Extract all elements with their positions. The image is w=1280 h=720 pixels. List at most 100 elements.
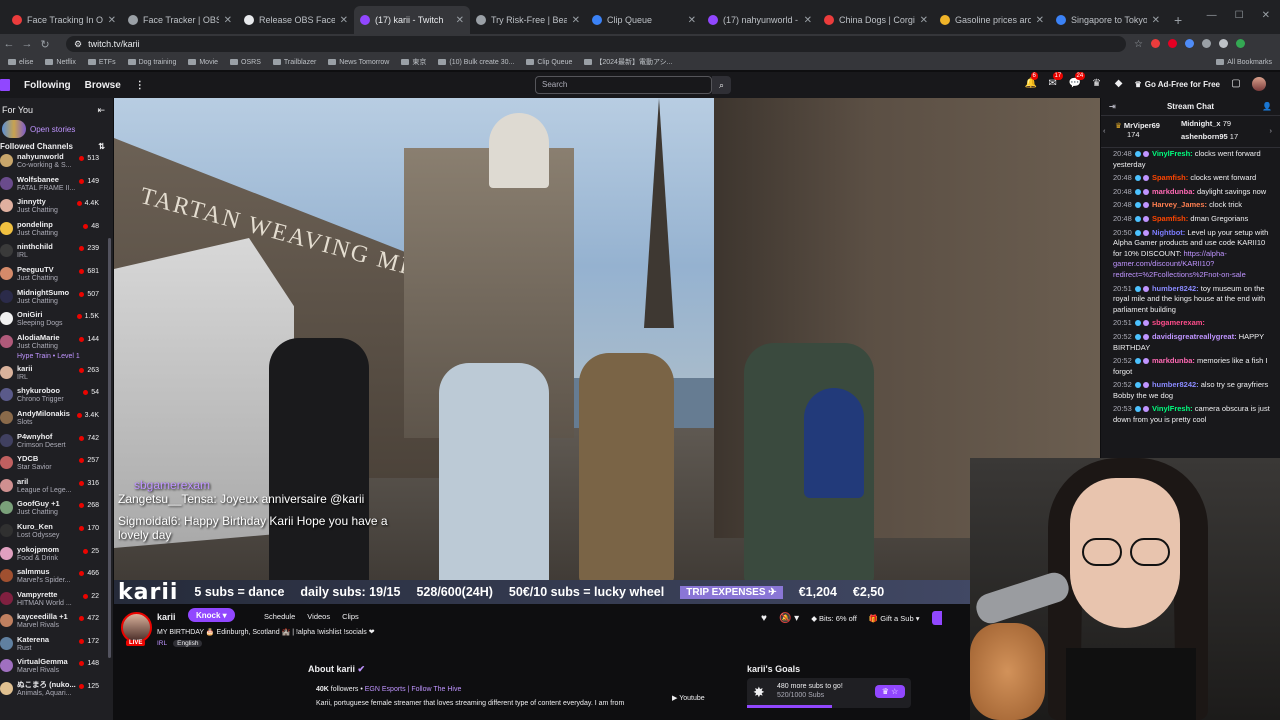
sidebar-scrollbar[interactable] — [108, 238, 111, 658]
tab-close-icon[interactable]: ✕ — [108, 15, 116, 26]
sidebar-channel[interactable]: VirtualGemma Marvel Rivals 148 — [0, 656, 113, 679]
tab-videos[interactable]: Videos — [307, 612, 330, 621]
whispers-icon[interactable]: 💬 24 — [1069, 72, 1086, 90]
leaderboard-next-icon[interactable]: › — [1270, 126, 1273, 135]
sidebar-channel[interactable]: Kuro_Ken Lost Odyssey 170 — [0, 521, 113, 544]
sidebar-channel[interactable]: Jinnytty Just Chatting 4.4K — [0, 196, 113, 219]
browser-tab[interactable]: Face Tracker | OBS Forums ✕ — [122, 6, 238, 34]
url-field[interactable]: ⚙ twitch.tv/karii — [66, 36, 1126, 52]
search-icon[interactable]: ⌕ — [712, 76, 731, 94]
sidebar-channel[interactable]: Vampyrette HITMAN World ... 22 — [0, 589, 113, 612]
stream-category[interactable]: IRL — [157, 640, 167, 647]
chat-users-icon[interactable]: 👤 — [1262, 98, 1272, 116]
sidebar-channel[interactable]: Wolfsbanee FATAL FRAME II... 149 — [0, 174, 113, 197]
sort-icon[interactable]: ⇅ — [98, 142, 105, 151]
notification-bell-icon[interactable]: 🔕 ▾ — [779, 613, 799, 624]
bookmark-star-icon[interactable]: ☆ — [1134, 39, 1143, 50]
back-icon[interactable]: ← — [0, 38, 18, 50]
browser-tab[interactable]: Gasoline prices around the w ✕ — [934, 6, 1050, 34]
tab-close-icon[interactable]: ✕ — [920, 15, 928, 26]
close-window-icon[interactable]: ✕ — [1262, 10, 1270, 21]
chat-username[interactable]: Spamfish: — [1152, 214, 1188, 223]
browser-tab[interactable]: Clip Queue ✕ — [586, 6, 702, 34]
goal-subscribe-button[interactable]: ♛ ☆ — [875, 685, 905, 698]
sidebar-channel[interactable]: shykuroboo Chrono Trigger 54 — [0, 385, 113, 408]
chat-username[interactable]: VinylFresh: — [1152, 404, 1193, 413]
user-avatar[interactable] — [1252, 77, 1266, 91]
org-link[interactable]: EGN Esports | Follow The Hive — [365, 686, 462, 693]
browser-tab[interactable]: (17) karii - Twitch ✕ — [354, 6, 470, 34]
sidebar-channel[interactable]: ninthchild IRL 239 — [0, 241, 113, 264]
browser-tab[interactable]: China Dogs | Corgi Guides 7 ✕ — [818, 6, 934, 34]
youtube-link[interactable]: ▶ Youtube — [672, 694, 705, 702]
leaderboard-entry[interactable]: ashenborn95 17 — [1181, 132, 1238, 141]
sidebar-channel[interactable]: aril League of Lege... 316 — [0, 476, 113, 499]
tab-schedule[interactable]: Schedule — [264, 612, 295, 621]
extension-blue-icon[interactable] — [1184, 38, 1194, 48]
tab-clips[interactable]: Clips — [342, 612, 359, 621]
bookmark-item[interactable]: Netflix — [45, 59, 76, 66]
tab-close-icon[interactable]: ✕ — [572, 15, 580, 26]
bookmark-item[interactable]: OSRS — [230, 59, 261, 66]
bookmark-item[interactable]: ETFs — [87, 59, 116, 66]
site-info-icon[interactable]: ⚙ — [74, 39, 82, 50]
sidebar-channel[interactable]: karii IRL 263 — [0, 363, 113, 386]
browser-tab[interactable]: Face Tracking In OBS | Compl ✕ — [6, 6, 122, 34]
sidebar-channel[interactable]: YDCB Star Savior 257 — [0, 453, 113, 476]
browser-tab[interactable]: Singapore to Tokyo | Google ✕ — [1050, 6, 1166, 34]
tab-close-icon[interactable]: ✕ — [224, 15, 232, 26]
streamer-avatar[interactable] — [121, 612, 152, 643]
bookmark-item[interactable]: (10) Bulk create 30... — [438, 59, 514, 66]
following-link[interactable]: Following — [24, 80, 71, 91]
chat-username[interactable]: davidisgreatreallygreat: — [1152, 332, 1237, 341]
bookmark-item[interactable]: elise — [8, 59, 33, 66]
language-tag[interactable]: English — [173, 640, 203, 647]
gift-sub-button[interactable]: 🎁 Gift a Sub ▾ — [869, 614, 920, 623]
bookmark-item[interactable]: 東京 — [401, 57, 426, 67]
sidebar-channel[interactable]: AndyMilonakis Slots 3.4K — [0, 408, 113, 431]
inbox-icon[interactable]: ✉ 17 — [1047, 72, 1064, 90]
sidebar-channel[interactable]: Katerena Rust 172 — [0, 634, 113, 657]
bookmark-item[interactable]: Trailblazer — [272, 59, 316, 66]
tab-close-icon[interactable]: ✕ — [1152, 15, 1160, 26]
sidebar-channel[interactable]: yokojpmom Food & Drink 25 — [0, 544, 113, 567]
chat-username[interactable]: VinylFresh: — [1152, 149, 1193, 158]
leaderboard-entry[interactable]: Midnight_x 79 — [1181, 119, 1231, 128]
tab-close-icon[interactable]: ✕ — [804, 15, 812, 26]
chat-username[interactable]: Spamfish: — [1152, 173, 1188, 182]
reload-icon[interactable]: ↻ — [36, 38, 54, 51]
sidebar-channel[interactable]: OniGiri Sleeping Dogs 1.5K — [0, 309, 113, 332]
bookmark-item[interactable]: News Tomorrow — [328, 59, 389, 66]
tab-close-icon[interactable]: ✕ — [688, 15, 696, 26]
sidebar-channel[interactable]: GoofGuy +1 Just Chatting 268 — [0, 498, 113, 521]
leaderboard-prev-icon[interactable]: ‹ — [1103, 126, 1106, 135]
browser-tab[interactable]: (17) nahyunworld - Twitch ✕ — [702, 6, 818, 34]
all-bookmarks-button[interactable]: All Bookmarks — [1216, 59, 1280, 66]
chat-username[interactable]: sbgamerexam: — [1152, 318, 1205, 327]
collapse-chat-icon[interactable]: ⇥ — [1109, 98, 1116, 116]
ad-free-button[interactable]: ♛ Go Ad-Free for Free — [1135, 80, 1220, 89]
notifications-icon[interactable]: 🔔 6 — [1025, 72, 1038, 90]
sidebar-channel[interactable]: P4wnyhof Crimson Desert 742 — [0, 431, 113, 454]
forward-icon[interactable]: → — [18, 38, 36, 50]
browser-tab[interactable]: Release OBS Face Tracker 0.9 ✕ — [238, 6, 354, 34]
follow-heart-icon[interactable]: ♥ — [761, 613, 767, 624]
sidebar-channel[interactable]: MidnightSumo Just Chatting 507 — [0, 287, 113, 310]
bits-button[interactable]: ◆ Bits: 6% off — [811, 614, 857, 623]
subscribe-button[interactable] — [931, 611, 942, 625]
chat-username[interactable]: Nightbot: — [1152, 228, 1185, 237]
extension-red-icon[interactable] — [1150, 38, 1160, 48]
sidebar-channel[interactable]: PeeguuTV Just Chatting 681 — [0, 264, 113, 287]
extension-puzzle-icon[interactable] — [1218, 38, 1228, 48]
minimize-icon[interactable]: — — [1207, 10, 1217, 21]
chat-username[interactable]: markdunba: — [1152, 356, 1195, 365]
extension-pinterest-icon[interactable] — [1167, 38, 1177, 48]
video-player[interactable]: TARTAN WEAVING MILL sbgamerexam Zangetsu… — [114, 98, 1100, 604]
search-input[interactable]: Search — [535, 76, 712, 94]
tab-close-icon[interactable]: ✕ — [456, 15, 464, 26]
prime-icon[interactable]: ▢ — [1230, 78, 1242, 90]
more-menu-icon[interactable]: ⋮ — [135, 80, 145, 91]
chat-username[interactable]: humber8242: — [1152, 380, 1199, 389]
bookmark-item[interactable]: Movie — [188, 59, 218, 66]
bookmark-item[interactable]: Dog training — [127, 59, 176, 66]
